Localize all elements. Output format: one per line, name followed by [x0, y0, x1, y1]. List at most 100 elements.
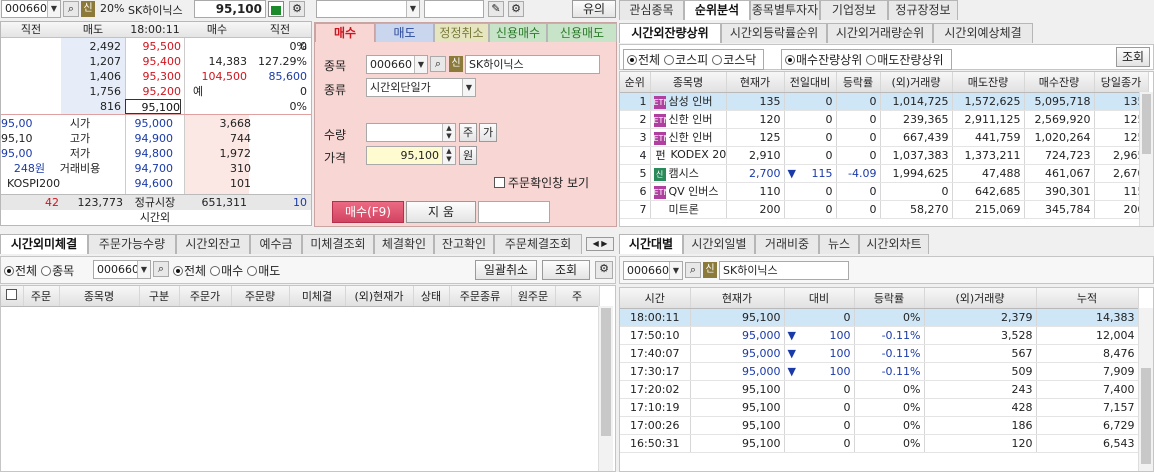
col-header[interactable]: 등락률 [854, 288, 925, 309]
gear-icon[interactable]: ⚙ [595, 261, 613, 279]
notice-button[interactable]: 유의 [572, 0, 616, 18]
bid-price[interactable]: 94,800 [125, 146, 174, 161]
ask-price[interactable]: 95,500 [125, 39, 182, 54]
subtab-ranking-3[interactable]: 시간외예상체결 [933, 23, 1033, 43]
br-code-input[interactable]: 000660 ▼ [623, 261, 683, 280]
tab-order-1[interactable]: 매도 [375, 23, 434, 42]
side-radio-1[interactable]: 매도잔량상위 [866, 53, 944, 67]
col-header[interactable]: 매수잔량 [1024, 72, 1095, 93]
col-header[interactable]: 상태 [413, 286, 450, 307]
side-radio-2[interactable]: 매도 [247, 264, 280, 278]
subtab-ranking-1[interactable]: 시간외등락률순위 [721, 23, 827, 43]
table-row[interactable]: 2ETN신한 인버12000239,3652,911,1252,569,9201… [620, 110, 1149, 129]
clear-button[interactable]: 지 움 [406, 201, 476, 223]
table-row[interactable]: 17:00:26 95,100 0 0% 186 6,729 [620, 416, 1139, 435]
tab-time-4[interactable]: 시간외차트 [859, 234, 929, 254]
chevron-down-icon[interactable]: ▼ [462, 79, 475, 96]
query-button[interactable]: 조회 [1116, 47, 1150, 67]
col-header[interactable]: (외)현재가 [345, 286, 414, 307]
table-row[interactable]: 16:50:31 95,100 0 0% 120 6,543 [620, 434, 1139, 453]
radio-icon[interactable] [712, 55, 723, 65]
search-icon[interactable]: ⌕ [685, 262, 701, 278]
tab-order-4[interactable]: 신용매도 [547, 23, 617, 42]
scope-radio-0[interactable]: 전체 [4, 264, 37, 278]
ask-price[interactable]: 95,100 [125, 99, 181, 114]
col-header[interactable]: 구분 [139, 286, 180, 307]
tab-time-3[interactable]: 뉴스 [819, 234, 859, 254]
password-field[interactable] [424, 0, 484, 18]
tab-main-1[interactable]: 순위분석 [684, 0, 750, 20]
radio-icon[interactable] [627, 55, 637, 65]
tab-time-2[interactable]: 거래비중 [755, 234, 819, 254]
bid-price[interactable]: 94,900 [125, 131, 174, 146]
market-radio-0[interactable]: 전체 [627, 53, 660, 67]
tab-unfilled-7[interactable]: 주문체결조회 [494, 234, 582, 254]
radio-icon[interactable] [173, 266, 183, 276]
select-all-cell[interactable] [1, 286, 24, 307]
tab-main-2[interactable]: 종목별투자자 [750, 0, 820, 20]
col-header[interactable]: 주 [555, 286, 600, 307]
ask-price[interactable]: 95,400 [125, 54, 182, 69]
col-header[interactable]: 주문종류 [449, 286, 512, 307]
table-row[interactable]: 4펀KODEX 2002,910001,037,3831,373,211724,… [620, 146, 1149, 165]
col-header[interactable]: 종목명 [650, 72, 727, 93]
table-row[interactable]: 1ETN삼성 인버135001,014,7251,572,6255,095,71… [620, 92, 1149, 111]
bid-price[interactable]: 94,600 [125, 176, 174, 191]
chevron-down-icon[interactable]: ▼ [137, 261, 150, 278]
checkbox-icon[interactable] [6, 289, 18, 301]
radio-icon[interactable] [866, 55, 877, 65]
table-row[interactable]: 5 신 캠시스 2,700 ▼ 115 -4.09 1,994,625 47,488 461,06… [620, 164, 1149, 183]
spin-icon[interactable]: ▲ ▼ [442, 124, 455, 141]
col-header[interactable]: 등락률 [836, 72, 881, 93]
search-icon[interactable]: ⌕ [63, 1, 79, 17]
spin-icon[interactable]: ▲ ▼ [442, 147, 455, 164]
col-header[interactable]: 미체결 [289, 286, 346, 307]
table-row[interactable]: 17:20:02 95,100 0 0% 243 7,400 [620, 380, 1139, 399]
ask-price[interactable]: 95,300 [125, 69, 182, 84]
chevron-down-icon[interactable]: ▼ [669, 262, 682, 279]
price-input[interactable]: 95,100 ▲ ▼ [366, 146, 456, 165]
checkbox-icon[interactable] [494, 177, 505, 188]
ask-price[interactable]: 95,200 [125, 84, 182, 99]
col-header[interactable]: 주문 [23, 286, 60, 307]
tab-order-0[interactable]: 매수 [315, 23, 375, 42]
tab-unfilled-2[interactable]: 시간외잔고 [176, 234, 250, 254]
side-radio-0[interactable]: 전체 [173, 264, 206, 278]
table-row[interactable]: 3ETN신한 인버12500667,439441,7591,020,264125 [620, 128, 1149, 147]
gear-icon[interactable]: ⚙ [289, 1, 305, 17]
table-row[interactable]: 17:40:07 95,000 ▼ 100 -0.11% 567 8,476 [620, 344, 1139, 363]
tab-unfilled-5[interactable]: 체결확인 [374, 234, 434, 254]
tab-main-3[interactable]: 기업정보 [820, 0, 888, 20]
col-header[interactable]: 주문량 [231, 286, 290, 307]
radio-icon[interactable] [664, 55, 675, 65]
col-header[interactable]: 전일대비 [784, 72, 837, 93]
scrollbar[interactable] [1138, 308, 1153, 471]
tab-order-2[interactable]: 정정취소 [434, 23, 489, 42]
chevron-down-icon[interactable]: ▼ [406, 1, 419, 17]
query-button[interactable]: 조회 [542, 260, 590, 280]
tab-time-0[interactable]: 시간대별 [619, 234, 683, 254]
col-header[interactable]: 원주문 [511, 286, 556, 307]
buy-button[interactable]: 매수(F9) [332, 201, 404, 223]
qty-price-button[interactable]: 가 [479, 123, 497, 142]
market-radio-1[interactable]: 코스피 [664, 53, 708, 67]
qty-input[interactable]: ▲ ▼ [366, 123, 456, 142]
order-type-select[interactable]: 시간외단일가 ▼ [366, 78, 476, 97]
col-header[interactable]: (외)거래량 [880, 72, 953, 93]
col-header[interactable]: 주문가 [179, 286, 232, 307]
subtab-ranking-0[interactable]: 시간외잔량상위 [619, 23, 721, 43]
tab-time-1[interactable]: 시간외일별 [683, 234, 755, 254]
scrollbar[interactable] [1139, 92, 1153, 226]
subtab-ranking-2[interactable]: 시간외거래량순위 [827, 23, 933, 43]
table-row[interactable]: 17:50:10 95,000 ▼ 100 -0.11% 3,528 12,004 [620, 326, 1139, 345]
eraser-icon[interactable]: ✎ [488, 1, 504, 17]
radio-icon[interactable] [41, 266, 52, 276]
chevron-down-icon[interactable]: ▼ [47, 1, 60, 17]
col-header[interactable]: 시간 [620, 288, 691, 309]
table-row[interactable]: 18:00:11 95,100 0 0% 2,379 14,383 [620, 308, 1139, 327]
account-select[interactable]: ▼ [316, 0, 420, 18]
price-unit-button[interactable]: 원 [459, 146, 477, 165]
bid-price[interactable]: 95,000 [125, 116, 174, 131]
search-icon[interactable]: ⌕ [153, 261, 169, 277]
table-row[interactable]: 17:30:17 95,000 ▼ 100 -0.11% 509 7,909 [620, 362, 1139, 381]
